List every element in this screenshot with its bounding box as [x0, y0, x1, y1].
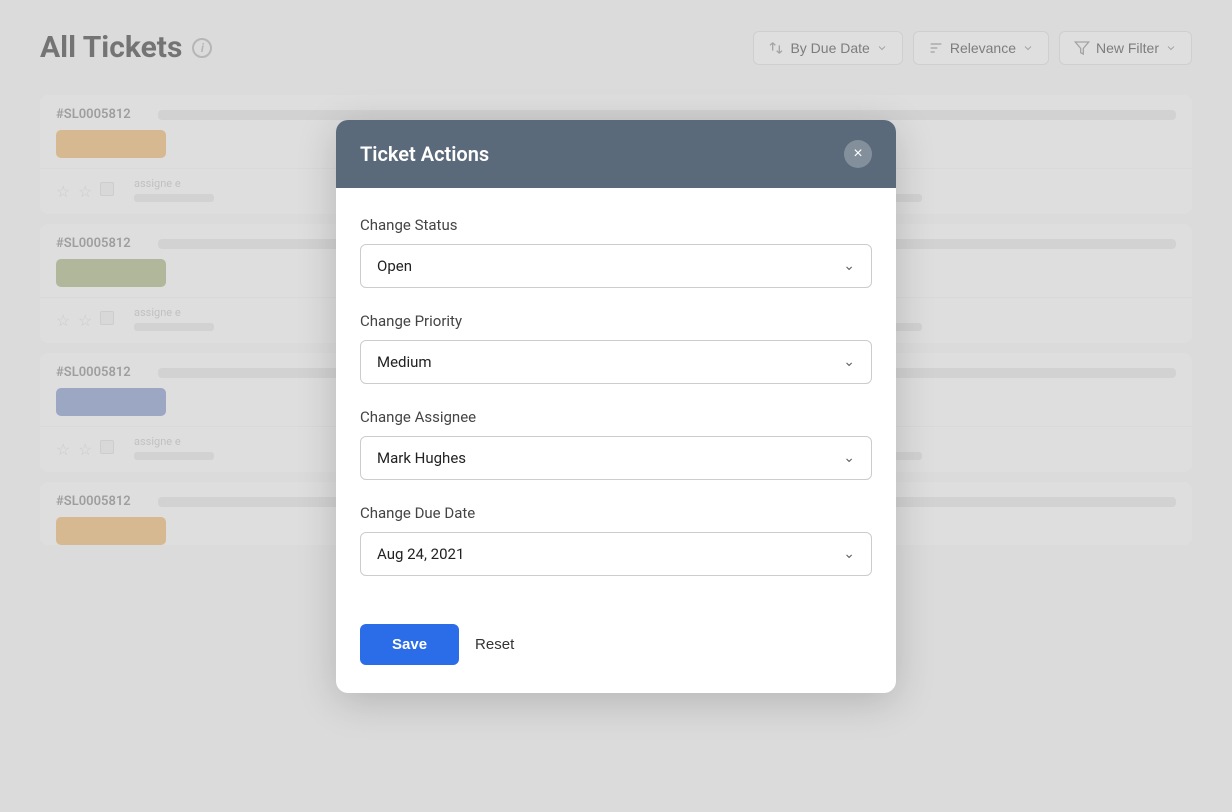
modal-title: Ticket Actions: [360, 142, 489, 166]
assignee-field-group: Change Assignee Mark Hughes ⌄: [360, 408, 872, 480]
assignee-select[interactable]: Mark Hughes ⌄: [360, 436, 872, 480]
chevron-down-icon: ⌄: [843, 354, 855, 370]
close-icon: ×: [853, 145, 862, 163]
modal-header: Ticket Actions ×: [336, 120, 896, 188]
chevron-down-icon: ⌄: [843, 450, 855, 466]
priority-field-group: Change Priority Medium ⌄: [360, 312, 872, 384]
assignee-field-label: Change Assignee: [360, 408, 872, 426]
assignee-value: Mark Hughes: [377, 449, 466, 467]
priority-select[interactable]: Medium ⌄: [360, 340, 872, 384]
chevron-down-icon: ⌄: [843, 258, 855, 274]
modal-body: Change Status Open ⌄ Change Priority Med…: [336, 188, 896, 624]
due-date-select[interactable]: Aug 24, 2021 ⌄: [360, 532, 872, 576]
ticket-actions-modal: Ticket Actions × Change Status Open ⌄ Ch…: [336, 120, 896, 693]
status-field-group: Change Status Open ⌄: [360, 216, 872, 288]
modal-overlay: Ticket Actions × Change Status Open ⌄ Ch…: [0, 0, 1232, 812]
reset-button[interactable]: Reset: [475, 636, 514, 653]
modal-close-button[interactable]: ×: [844, 140, 872, 168]
chevron-down-icon: ⌄: [843, 546, 855, 562]
due-date-field-label: Change Due Date: [360, 504, 872, 522]
modal-footer: Save Reset: [336, 624, 896, 693]
save-button[interactable]: Save: [360, 624, 459, 665]
priority-field-label: Change Priority: [360, 312, 872, 330]
due-date-field-group: Change Due Date Aug 24, 2021 ⌄: [360, 504, 872, 576]
status-select[interactable]: Open ⌄: [360, 244, 872, 288]
due-date-value: Aug 24, 2021: [377, 545, 464, 563]
status-value: Open: [377, 257, 412, 275]
priority-value: Medium: [377, 353, 432, 371]
status-field-label: Change Status: [360, 216, 872, 234]
